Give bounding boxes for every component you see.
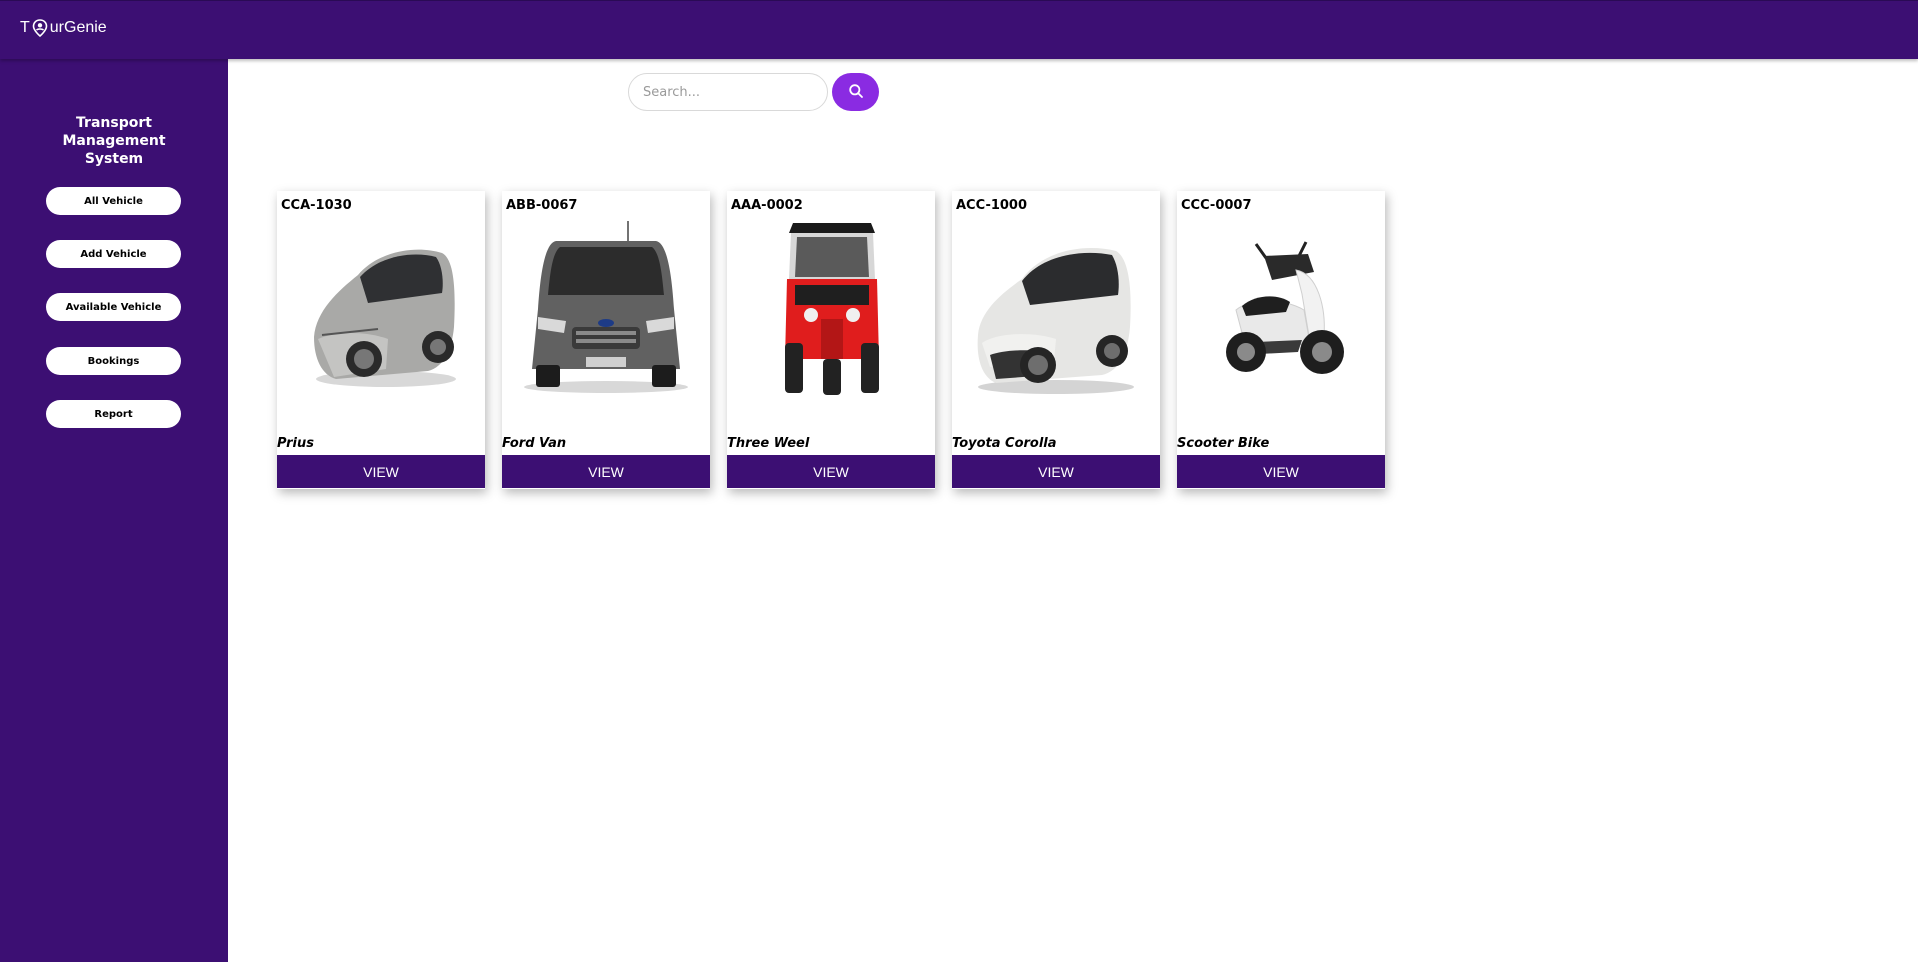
sidebar-title: Transport Management System (62, 115, 166, 167)
vehicle-name: Ford Van (502, 436, 567, 451)
vehicle-image-red-three-wheeler (735, 219, 927, 399)
vehicle-image-silver-sedan (285, 219, 477, 399)
vehicle-card: ABB-0067 Ford Van VIEW (502, 191, 710, 489)
search-input[interactable] (643, 74, 813, 110)
view-button[interactable]: VIEW (502, 455, 710, 488)
vehicle-card: AAA-0002 Three Weel VIEW (727, 191, 935, 489)
vehicle-code: ABB-0067 (506, 198, 578, 213)
vehicle-image-white-scooter (1185, 219, 1377, 399)
location-pin-icon (32, 19, 48, 38)
vehicle-name: Scooter Bike (1177, 436, 1270, 451)
brand-logo[interactable]: T urGenie (20, 19, 107, 38)
vehicle-name: Toyota Corolla (952, 436, 1057, 451)
view-button[interactable]: VIEW (277, 455, 485, 488)
sidebar-item-add-vehicle[interactable]: Add Vehicle (46, 240, 181, 268)
search-icon (848, 83, 864, 102)
vehicle-code: CCA-1030 (281, 198, 352, 213)
view-button[interactable]: VIEW (952, 455, 1160, 488)
top-navbar: T urGenie (0, 0, 1918, 59)
sidebar-item-available-vehicle[interactable]: Available Vehicle (46, 293, 181, 321)
vehicle-card: CCA-1030 Prius VIEW (277, 191, 485, 489)
vehicle-code: ACC-1000 (956, 198, 1028, 213)
vehicle-code: AAA-0002 (731, 198, 803, 213)
vehicle-card: ACC-1000 Toyota Corolla VIEW (952, 191, 1160, 489)
vehicle-image-grey-van (510, 219, 702, 399)
sidebar-item-report[interactable]: Report (46, 400, 181, 428)
vehicle-code: CCC-0007 (1181, 198, 1252, 213)
brand-text-left: T (20, 19, 30, 36)
search-button[interactable] (832, 73, 879, 111)
vehicle-name: Three Weel (727, 436, 810, 451)
sidebar-item-bookings[interactable]: Bookings (46, 347, 181, 375)
vehicle-card: CCC-0007 Scooter Bike VIEW (1177, 191, 1385, 489)
sidebar: Transport Management System All Vehicle … (0, 59, 228, 962)
vehicle-image-white-sedan (960, 219, 1152, 399)
view-button[interactable]: VIEW (1177, 455, 1385, 488)
view-button[interactable]: VIEW (727, 455, 935, 488)
brand-text-right: urGenie (49, 19, 107, 36)
vehicle-name: Prius (277, 436, 314, 451)
search-box (628, 73, 828, 111)
sidebar-item-all-vehicle[interactable]: All Vehicle (46, 187, 181, 215)
